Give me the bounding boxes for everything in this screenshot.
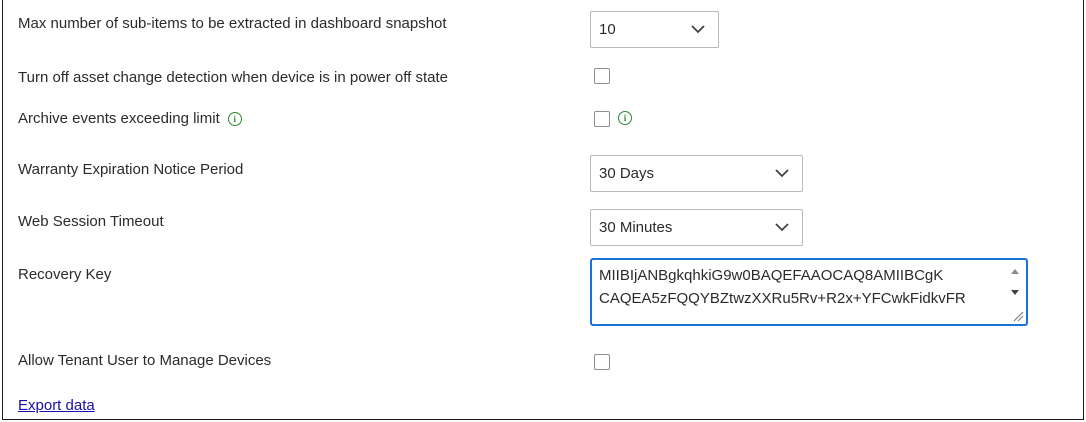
chevron-down-icon <box>691 25 705 34</box>
export-data-link[interactable]: Export data <box>18 397 95 414</box>
recovery-key-label: Recovery Key <box>18 266 112 283</box>
chevron-down-icon <box>775 169 789 178</box>
info-icon[interactable]: i <box>227 112 242 127</box>
asset-change-label: Turn off asset change detection when dev… <box>18 69 448 86</box>
archive-events-row: Archive events exceeding limit i <box>18 110 242 127</box>
archive-events-label: Archive events exceeding limit <box>18 110 220 127</box>
asset-change-checkbox[interactable] <box>594 68 610 84</box>
warranty-period-value: 30 Days <box>599 165 655 182</box>
archive-events-checkbox[interactable] <box>594 111 610 127</box>
web-session-select[interactable]: 30 Minutes <box>590 209 803 246</box>
max-subitems-value: 10 <box>599 21 616 38</box>
web-session-value: 30 Minutes <box>599 219 673 236</box>
recovery-key-line-1: MIIBIjANBgkqhkiG9w0BAQEFAAOCAQ8AMIIBCgK <box>599 267 944 284</box>
chevron-down-icon <box>775 223 789 232</box>
warranty-period-select[interactable]: 30 Days <box>590 155 803 192</box>
max-subitems-label: Max number of sub-items to be extracted … <box>18 15 447 32</box>
recovery-key-line-2: CAQEA5zFQQYBZtwzXXRu5Rv+R2x+YFCwkFidkvFR <box>599 290 966 307</box>
web-session-label: Web Session Timeout <box>18 213 164 230</box>
resize-handle-icon[interactable] <box>1012 310 1024 322</box>
tenant-user-checkbox[interactable] <box>594 354 610 370</box>
warranty-period-label: Warranty Expiration Notice Period <box>18 161 244 178</box>
info-icon[interactable]: i <box>618 111 632 125</box>
tenant-user-label: Allow Tenant User to Manage Devices <box>18 352 272 369</box>
textarea-scrollbar[interactable] <box>1008 264 1022 300</box>
max-subitems-select[interactable]: 10 <box>590 11 719 48</box>
recovery-key-textarea[interactable]: MIIBIjANBgkqhkiG9w0BAQEFAAOCAQ8AMIIBCgK … <box>590 258 1028 326</box>
